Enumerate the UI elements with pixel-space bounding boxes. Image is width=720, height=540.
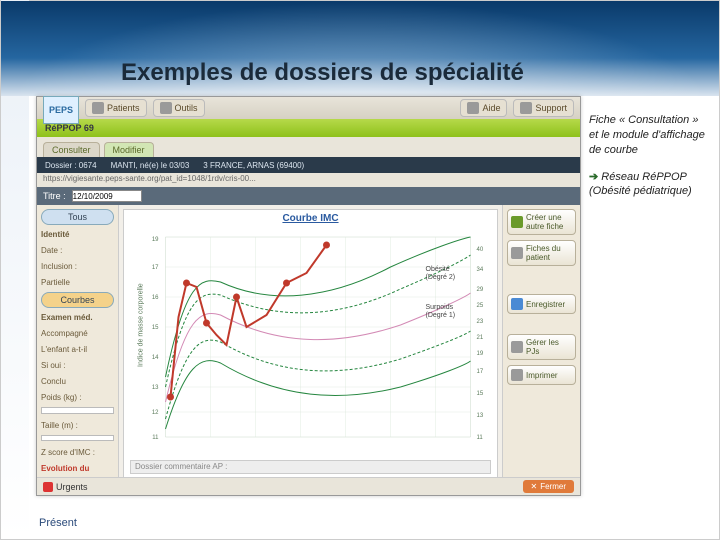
tab-modifier[interactable]: Modifier: [104, 142, 154, 157]
courbes-button[interactable]: Courbes: [41, 292, 114, 308]
close-icon: ✕: [531, 482, 538, 491]
inclusion-label: Inclusion :: [41, 260, 114, 273]
tools-icon: [160, 102, 172, 114]
alert-icon: [43, 482, 53, 492]
patient-name: MANTI, né(e) le 03/03: [111, 161, 190, 170]
partielle-label: Partielle: [41, 276, 114, 289]
print-button[interactable]: Imprimer: [507, 365, 576, 385]
attach-icon: [511, 341, 523, 353]
plus-icon: [511, 216, 523, 228]
print-icon: [511, 369, 523, 381]
left-sidebar: Tous Identité Date : Inclusion : Partiel…: [37, 205, 119, 495]
create-fiche-button[interactable]: Créer une autre fiche: [507, 209, 576, 235]
identite-heading: Identité: [41, 228, 114, 241]
svg-text:11: 11: [477, 435, 484, 441]
save-button[interactable]: Enregistrer: [507, 294, 576, 314]
svg-text:17: 17: [477, 369, 484, 375]
patient-info-bar: Dossier : 0674 MANTI, né(e) le 03/03 3 F…: [37, 157, 580, 173]
zimc-label: Z score d'IMC :: [41, 446, 114, 459]
taille-label: Taille (m) :: [41, 419, 114, 432]
svg-text:14: 14: [152, 355, 159, 361]
svg-text:12: 12: [152, 410, 159, 416]
svg-text:17: 17: [152, 265, 159, 271]
close-button[interactable]: ✕Fermer: [523, 480, 574, 493]
arrow-icon: ➔: [589, 171, 598, 183]
help-icon: [467, 102, 479, 114]
patient-fiches-button[interactable]: Fiches du patient: [507, 240, 576, 266]
date-label: Date :: [41, 244, 114, 257]
slide-title: Exemples de dossiers de spécialité: [121, 59, 524, 87]
svg-text:Surpoids: Surpoids: [426, 304, 454, 311]
folder-icon: [92, 102, 104, 114]
svg-text:21: 21: [477, 335, 484, 341]
svg-text:Indice de masse corporelle: Indice de masse corporelle: [138, 283, 145, 367]
svg-text:13: 13: [477, 413, 484, 419]
svg-text:23: 23: [477, 319, 484, 325]
list-icon: [511, 247, 523, 259]
chart-title: Courbe IMC: [124, 210, 497, 227]
present-label: Présent: [39, 517, 77, 529]
titre-row: Titre :: [37, 187, 580, 205]
poids-label: Poids (kg) :: [41, 391, 114, 404]
sioui-label: Si oui :: [41, 359, 114, 372]
svg-text:15: 15: [477, 391, 484, 397]
app-topbar: PEPS Patients Outils Aide Support: [37, 97, 580, 119]
svg-text:(Degré 2): (Degré 2): [426, 274, 456, 281]
comment-field[interactable]: Dossier commentaire AP :: [130, 460, 491, 474]
support-button[interactable]: Support: [513, 99, 574, 117]
annotation-text: Fiche « Consultation » et le module d'af…: [589, 113, 709, 158]
app-window: PEPS Patients Outils Aide Support RéPPOP…: [36, 96, 581, 496]
poids-field[interactable]: [41, 407, 114, 414]
urgents-button[interactable]: Urgents: [43, 482, 88, 492]
svg-text:29: 29: [477, 287, 484, 293]
patient-address: 3 FRANCE, ARNAS (69400): [203, 161, 304, 170]
svg-text:15: 15: [152, 325, 159, 331]
app-footer: Urgents ✕Fermer: [37, 477, 580, 495]
svg-text:40: 40: [477, 247, 484, 253]
outils-button[interactable]: Outils: [153, 99, 205, 117]
patients-button[interactable]: Patients: [85, 99, 147, 117]
annotation-box: Fiche « Consultation » et le module d'af…: [589, 113, 709, 199]
svg-text:(Degré 1): (Degré 1): [426, 312, 456, 319]
svg-text:25: 25: [477, 303, 484, 309]
support-icon: [520, 102, 532, 114]
tous-pill[interactable]: Tous: [41, 209, 114, 225]
tabstrip: Consulter Modifier: [37, 137, 580, 157]
manage-pj-button[interactable]: Gérer les PJs: [507, 334, 576, 360]
svg-text:Obésité: Obésité: [426, 266, 450, 273]
accomp-label: Accompagné: [41, 327, 114, 340]
tab-consulter[interactable]: Consulter: [43, 142, 100, 157]
enfant-label: L'enfant a-t-il: [41, 343, 114, 356]
network-bar: RéPPOP 69: [37, 119, 580, 137]
taille-field[interactable]: [41, 435, 114, 442]
svg-text:19: 19: [477, 351, 484, 357]
dossier-id: Dossier : 0674: [45, 161, 97, 170]
annotation-network: Réseau RéPPOP (Obésité pédiatrique): [589, 171, 692, 198]
svg-text:16: 16: [152, 295, 159, 301]
svg-text:34: 34: [477, 267, 484, 273]
svg-text:13: 13: [152, 385, 159, 391]
examen-heading: Examen méd.: [41, 311, 114, 324]
svg-text:11: 11: [152, 435, 159, 441]
chart-pane: Courbe IMC 11 12: [123, 209, 498, 491]
titre-label: Titre :: [43, 191, 66, 201]
save-icon: [511, 298, 523, 310]
aide-button[interactable]: Aide: [460, 99, 507, 117]
evo-label: Evolution du: [41, 462, 114, 475]
right-pane: Créer une autre fiche Fiches du patient …: [502, 205, 580, 495]
peps-logo: PEPS: [43, 96, 79, 124]
svg-text:19: 19: [152, 237, 159, 243]
bmi-chart: 11 12 13 14 15 16 17 19 11 13 15 17 19 21 23 25 29…: [124, 227, 497, 457]
url-bar: https://vigiesante.peps-sante.org/pat_id…: [37, 173, 580, 187]
conclu-label: Conclu: [41, 375, 114, 388]
titre-input[interactable]: [72, 190, 142, 202]
